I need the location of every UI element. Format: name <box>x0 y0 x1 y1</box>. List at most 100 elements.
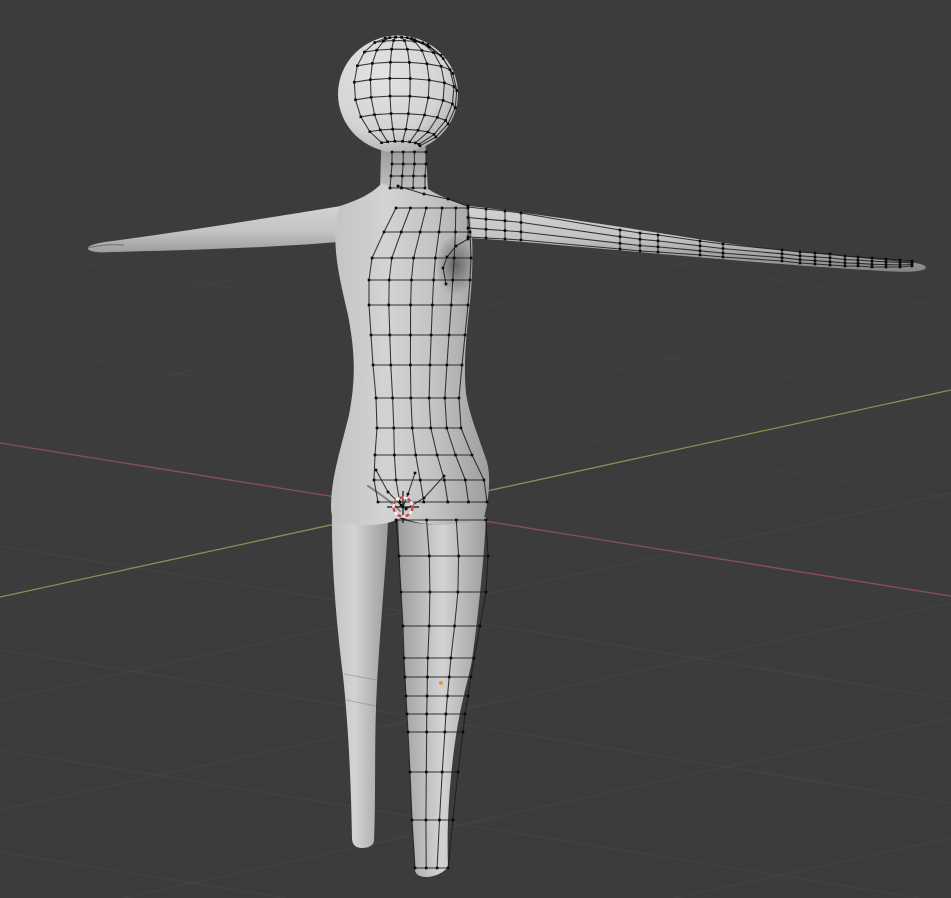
vertex-dot[interactable] <box>844 255 847 258</box>
vertex-dot[interactable] <box>406 713 409 716</box>
vertex-dot[interactable] <box>428 397 431 400</box>
vertex-dot[interactable] <box>391 151 394 154</box>
vertex-dot[interactable] <box>814 256 817 259</box>
vertex-dot[interactable] <box>423 193 426 196</box>
vertex-dot[interactable] <box>447 867 450 870</box>
vertex-dot[interactable] <box>446 501 449 504</box>
vertex-dot[interactable] <box>429 364 432 367</box>
vertex-dot[interactable] <box>401 140 404 143</box>
vertex-dot[interactable] <box>394 140 397 143</box>
vertex-dot[interactable] <box>390 112 393 115</box>
vertex-dot[interactable] <box>428 625 431 628</box>
vertex-dot[interactable] <box>390 48 393 51</box>
vertex-dot[interactable] <box>368 279 371 282</box>
vertex-dot[interactable] <box>467 238 470 241</box>
vertex-dot[interactable] <box>447 123 450 126</box>
vertex-dot[interactable] <box>454 454 457 457</box>
vertex-dot[interactable] <box>412 175 415 178</box>
vertex-dot[interactable] <box>389 36 392 39</box>
vertex-dot[interactable] <box>403 39 406 42</box>
vertex-dot[interactable] <box>417 129 420 132</box>
vertex-dot[interactable] <box>354 98 357 101</box>
vertex-dot[interactable] <box>871 257 874 260</box>
vertex-dot[interactable] <box>411 427 414 430</box>
vertex-dot[interactable] <box>479 625 482 628</box>
vertex-dot[interactable] <box>409 77 412 80</box>
vertex-dot[interactable] <box>391 397 394 400</box>
vertex-dot[interactable] <box>449 68 452 71</box>
vertex-dot[interactable] <box>425 163 428 166</box>
vertex-dot[interactable] <box>436 867 439 870</box>
vertex-dot[interactable] <box>438 231 441 234</box>
vertex-dot[interactable] <box>391 128 394 131</box>
vertex-dot[interactable] <box>405 695 408 698</box>
vertex-dot[interactable] <box>451 103 454 106</box>
vertex-dot[interactable] <box>829 257 832 260</box>
vertex-dot[interactable] <box>520 231 523 234</box>
vertex-dot[interactable] <box>414 454 417 457</box>
vertex-dot[interactable] <box>387 491 390 494</box>
vertex-dot[interactable] <box>410 279 413 282</box>
vertex-dot[interactable] <box>453 257 456 260</box>
vertex-dot[interactable] <box>469 231 472 234</box>
vertex-dot[interactable] <box>799 262 802 265</box>
vertex-dot[interactable] <box>389 187 392 190</box>
vertex-dot[interactable] <box>453 625 456 628</box>
vertex-dot[interactable] <box>410 397 413 400</box>
vertex-dot[interactable] <box>448 334 451 337</box>
vertex-dot[interactable] <box>504 238 507 241</box>
vertex-dot[interactable] <box>424 175 427 178</box>
vertex-dot[interactable] <box>450 657 453 660</box>
vertex-dot[interactable] <box>407 731 410 734</box>
vertex-dot[interactable] <box>699 254 702 257</box>
vertex-dot[interactable] <box>438 819 441 822</box>
vertex-dot[interactable] <box>722 243 725 246</box>
vertex-dot[interactable] <box>380 141 383 144</box>
vertex-dot[interactable] <box>414 867 417 870</box>
vertex-dot[interactable] <box>442 267 445 270</box>
vertex-dot[interactable] <box>520 221 523 224</box>
vertex-dot[interactable] <box>781 249 784 252</box>
vertex-dot[interactable] <box>520 239 523 242</box>
vertex-dot[interactable] <box>370 334 373 337</box>
vertex-dot[interactable] <box>619 235 622 238</box>
vertex-dot[interactable] <box>799 255 802 258</box>
vertex-dot[interactable] <box>369 78 372 81</box>
vertex-dot[interactable] <box>395 479 398 482</box>
vertex-dot[interactable] <box>373 479 376 482</box>
vertex-dot[interactable] <box>374 454 377 457</box>
vertex-dot[interactable] <box>871 263 874 266</box>
vertex-dot[interactable] <box>452 819 455 822</box>
vertex-dot[interactable] <box>467 695 470 698</box>
vertex-dot[interactable] <box>373 113 376 116</box>
vertex-dot[interactable] <box>427 131 430 134</box>
vertex-dot[interactable] <box>446 695 449 698</box>
vertex-dot[interactable] <box>412 187 415 190</box>
vertex-dot[interactable] <box>485 208 488 211</box>
vertex-dot[interactable] <box>781 260 784 263</box>
vertex-dot[interactable] <box>421 49 424 52</box>
vertex-dot[interactable] <box>657 240 660 243</box>
vertex-dot[interactable] <box>369 130 372 133</box>
vertex-dot[interactable] <box>829 260 832 263</box>
vertex-dot[interactable] <box>400 591 403 594</box>
vertex-dot[interactable] <box>899 261 902 264</box>
vertex-dot[interactable] <box>814 259 817 262</box>
vertex-dot[interactable] <box>405 128 408 131</box>
vertex-dot[interactable] <box>389 61 392 64</box>
vertex-dot[interactable] <box>440 65 443 68</box>
vertex-dot[interactable] <box>857 259 860 262</box>
vertex-dot[interactable] <box>467 227 470 230</box>
vertex-dot[interactable] <box>406 36 409 39</box>
vertex-dot[interactable] <box>467 216 470 219</box>
vertex-dot[interactable] <box>443 479 446 482</box>
vertex-dot[interactable] <box>454 207 457 210</box>
vertex-dot[interactable] <box>372 364 375 367</box>
vertex-dot[interactable] <box>814 252 817 255</box>
vertex-dot[interactable] <box>368 304 371 307</box>
vertex-dot[interactable] <box>639 232 642 235</box>
vertex-dot[interactable] <box>391 163 394 166</box>
vertex-dot[interactable] <box>446 256 449 259</box>
vertex-dot[interactable] <box>433 133 436 136</box>
vertex-dot[interactable] <box>520 212 523 215</box>
